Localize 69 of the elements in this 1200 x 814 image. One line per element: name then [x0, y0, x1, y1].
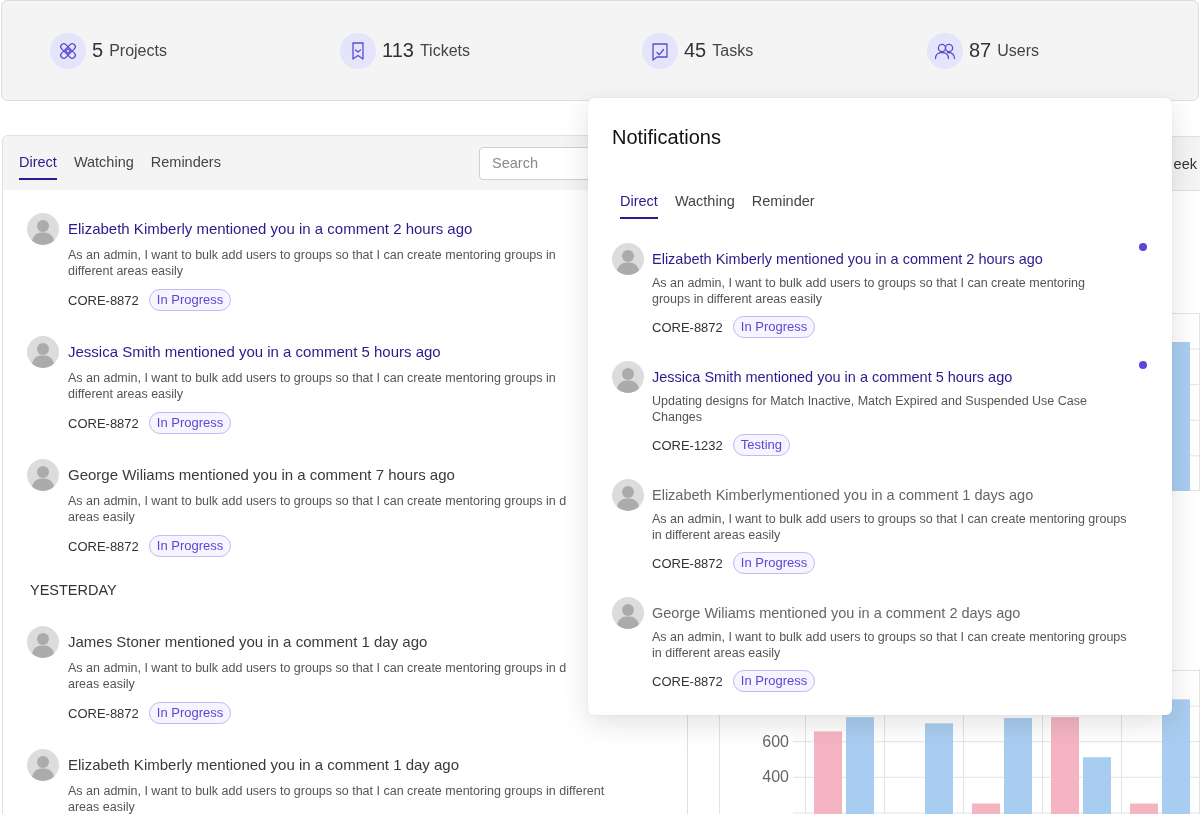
- notification-description: As an admin, I want to bulk add users to groups so that I can create mentoring groups in d areas easily: [68, 660, 567, 692]
- chat-check-icon: [642, 32, 678, 69]
- status-badge: In Progress: [148, 535, 232, 557]
- avatar-icon: [27, 336, 59, 368]
- stat-label: Tickets: [419, 41, 470, 60]
- notification-title: Elizabeth Kimberly mentioned you in a comment 1 day ago: [68, 755, 460, 775]
- section-heading: YESTERDAY: [30, 582, 117, 598]
- avatar-icon: [27, 626, 59, 658]
- ticket-id: CORE-8872: [68, 415, 139, 431]
- stat-label: Projects: [109, 41, 167, 60]
- status-badge: In Progress: [148, 289, 232, 311]
- avatar-icon: [27, 749, 59, 781]
- stat-count: 87: [969, 39, 992, 62]
- notification-description: As an admin, I want to bulk add users to groups so that I can create mentoring groups in d areas easily: [68, 493, 567, 525]
- notification-title: George Wiliams mentioned you in a comment 7 hours ago: [68, 465, 455, 485]
- notification-description: As an admin, I want to bulk add users to groups so that I can create mentoring groups in different areas easily: [68, 247, 556, 279]
- tab[interactable]: Reminders: [150, 146, 221, 180]
- avatar-icon: [27, 213, 59, 245]
- avatar-icon: [612, 479, 644, 511]
- popover-title: Notifications: [612, 125, 721, 149]
- tab[interactable]: Direct: [620, 185, 658, 219]
- notification-title: Jessica Smith mentioned you in a comment 5 hours ago: [652, 368, 1013, 387]
- axis-tick-label: 600: [762, 732, 789, 750]
- notification-description: Updating designs for Match Inactive, Match Expired and Suspended Use Case Changes: [652, 393, 1087, 425]
- notification-description: As an admin, I want to bulk add users to groups so that I can create mentoring groups in different areas easily: [68, 370, 556, 402]
- chart-bar: [1130, 803, 1158, 814]
- axis-tick-label: 400: [762, 768, 789, 786]
- bookmark-icon: [340, 32, 376, 69]
- notification-description: As an admin, I want to bulk add users to groups so that I can create mentoring groups in different areas easily: [652, 275, 1085, 307]
- avatar-icon: [612, 597, 644, 629]
- notification-title: George Wiliams mentioned you in a comment 2 days ago: [652, 604, 1021, 623]
- avatar-icon: [612, 243, 644, 275]
- notification-description: As an admin, I want to bulk add users to groups so that I can create mentoring groups in different areas easily: [652, 629, 1127, 661]
- notification-description: As an admin, I want to bulk add users to groups so that I can create mentoring groups in different areas easily: [68, 783, 605, 814]
- ticket-id: CORE-8872: [652, 555, 723, 571]
- status-badge: In Progress: [148, 412, 232, 434]
- notification-title: James Stoner mentioned you in a comment 1 day ago: [68, 632, 428, 652]
- ticket-id: CORE-1232: [652, 437, 723, 453]
- tab[interactable]: Reminder: [751, 185, 815, 219]
- avatar-icon: [27, 459, 59, 491]
- ticket-id: CORE-8872: [652, 319, 723, 335]
- notification-title: Elizabeth Kimberly mentioned you in a comment 2 hours ago: [652, 250, 1043, 269]
- status-badge: In Progress: [732, 316, 816, 338]
- header-label: eek: [1173, 155, 1197, 172]
- notification-title: Jessica Smith mentioned you in a comment 5 hours ago: [68, 342, 441, 362]
- notification-title: Elizabeth Kimberlymentioned you in a comment 1 days ago: [652, 486, 1034, 505]
- chart-bar: [1083, 757, 1111, 814]
- stat-count: 5: [92, 39, 104, 62]
- stat-count: 45: [684, 39, 707, 62]
- chart-bar: [972, 803, 1000, 814]
- status-badge: In Progress: [732, 552, 816, 574]
- ticket-id: CORE-8872: [68, 705, 139, 721]
- tab[interactable]: Direct: [19, 146, 57, 180]
- stat-count: 113: [382, 39, 414, 62]
- cross-icon: [50, 32, 86, 69]
- notification-title: Elizabeth Kimberly mentioned you in a comment 2 hours ago: [68, 219, 473, 239]
- status-badge: In Progress: [148, 702, 232, 724]
- users-icon: [927, 32, 963, 69]
- avatar-icon: [612, 361, 644, 393]
- ticket-id: CORE-8872: [68, 538, 139, 554]
- tab[interactable]: Watching: [73, 146, 134, 180]
- ticket-id: CORE-8872: [652, 673, 723, 689]
- notification-description: As an admin, I want to bulk add users to groups so that I can create mentoring groups in different areas easily: [652, 511, 1127, 543]
- stat-label: Users: [997, 41, 1040, 60]
- tab[interactable]: Wacthing: [674, 185, 735, 219]
- stat-label: Tasks: [712, 41, 754, 60]
- status-badge: In Progress: [732, 670, 816, 692]
- ticket-id: CORE-8872: [68, 292, 139, 308]
- status-badge: Testing: [732, 434, 790, 456]
